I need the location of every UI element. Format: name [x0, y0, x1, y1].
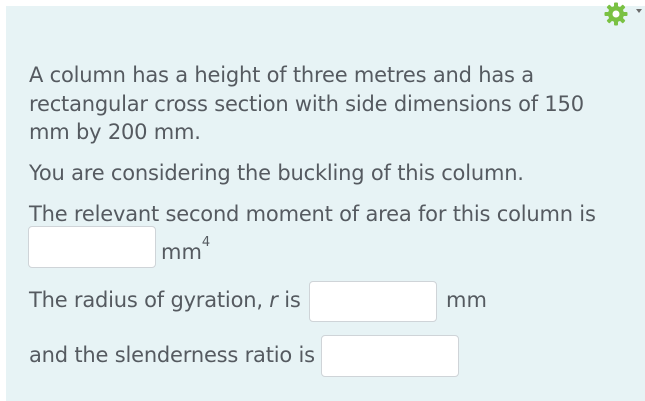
radius-of-gyration-label: The radius of gyration, r is [29, 286, 301, 314]
unit-base: mm [161, 240, 202, 264]
radius-label-suffix: is [277, 288, 301, 312]
second-moment-unit: mm4 [161, 235, 211, 266]
radius-of-gyration-answer-input[interactable] [309, 281, 437, 322]
unit-exponent: 4 [201, 235, 211, 250]
second-moment-answer-input[interactable] [28, 226, 156, 268]
radius-variable: r [269, 288, 278, 312]
settings-menu-button[interactable] [602, 0, 645, 28]
page: A column has a height of three metres an… [0, 0, 645, 401]
question-text-line-4: You are considering the buckling of this… [29, 161, 524, 185]
slenderness-ratio-answer-input[interactable] [321, 335, 459, 377]
question-text-line-2: rectangular cross section with side dime… [29, 92, 584, 116]
slenderness-ratio-label: and the slenderness ratio is [29, 343, 315, 367]
question-text-line-5: The relevant second moment of area for t… [29, 202, 596, 226]
question-text-line-1: A column has a height of three metres an… [29, 63, 534, 87]
question-text-line-3: mm by 200 mm. [29, 120, 201, 144]
gear-icon [604, 2, 628, 26]
chevron-down-icon [636, 9, 642, 13]
radius-unit: mm [446, 288, 487, 312]
radius-label-prefix: The radius of gyration, [29, 288, 270, 312]
